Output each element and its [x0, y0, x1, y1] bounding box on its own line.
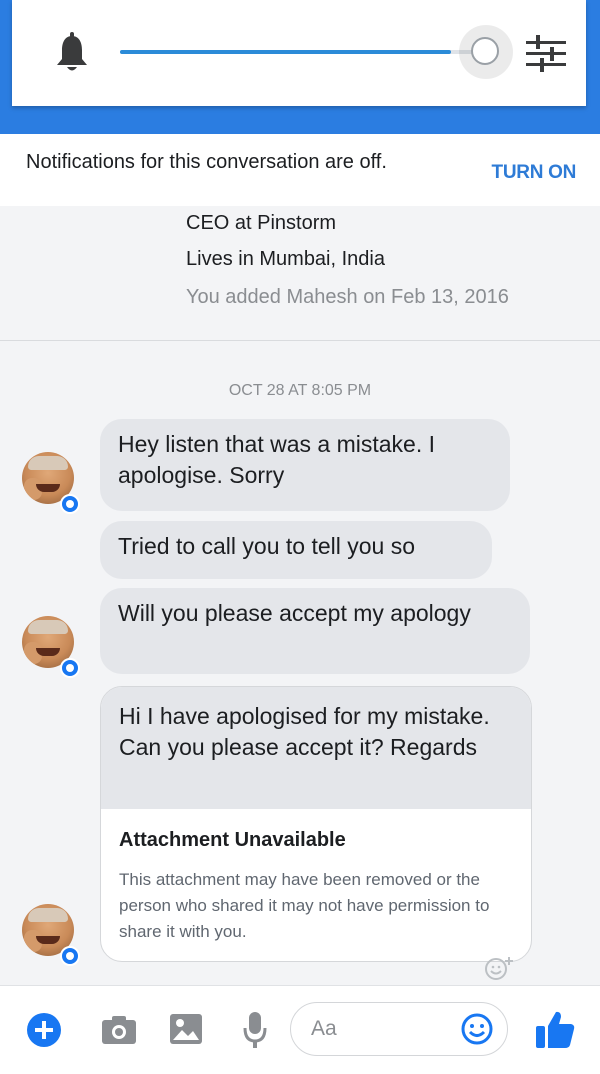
- message-input[interactable]: Aa: [290, 1002, 508, 1056]
- conversation-timestamp: OCT 28 AT 8:05 PM: [228, 382, 372, 399]
- avatar-hair: [28, 456, 68, 470]
- avatar-mouth: [36, 936, 60, 944]
- attachment-title: Attachment Unavailable: [119, 829, 346, 851]
- avatar-hair: [28, 620, 68, 634]
- volume-panel: [12, 0, 586, 106]
- volume-slider-thumb[interactable]: [471, 37, 499, 65]
- add-reaction-icon[interactable]: [484, 955, 514, 981]
- contact-location: Lives in Mumbai, India: [186, 248, 385, 270]
- avatar-mouth: [36, 648, 60, 656]
- contact-job: CEO at Pinstorm: [186, 212, 337, 234]
- contact-profile-info: CEO at Pinstorm Lives in Mumbai, India Y…: [0, 206, 600, 341]
- attachment-description: This attachment may have been removed or…: [119, 870, 490, 941]
- volume-panel-backdrop: [0, 0, 600, 134]
- microphone-icon[interactable]: [242, 1010, 268, 1050]
- avatar-hair: [28, 908, 68, 922]
- bell-icon[interactable]: [52, 32, 92, 74]
- message-bubble[interactable]: Will you please accept my apology: [100, 588, 530, 674]
- plus-icon[interactable]: [26, 1012, 62, 1048]
- camera-icon[interactable]: [100, 1014, 138, 1046]
- message-text: Hi I have apologised for my mistake. Can…: [101, 687, 531, 809]
- messenger-badge-icon: [60, 658, 80, 678]
- sliders-icon[interactable]: [522, 32, 570, 76]
- like-icon[interactable]: [534, 1008, 576, 1050]
- gallery-icon[interactable]: [168, 1012, 204, 1046]
- volume-slider-track[interactable]: [120, 50, 480, 54]
- message-input-placeholder: Aa: [311, 1017, 337, 1040]
- notifications-off-text: Notifications for this conversation are …: [26, 151, 387, 173]
- avatar-mouth: [36, 484, 60, 492]
- message-composer: Aa: [0, 985, 600, 1074]
- volume-slider-fill: [120, 50, 452, 54]
- contact-added-date: You added Mahesh on Feb 13, 2016: [186, 286, 509, 308]
- attachment-message-card[interactable]: Hi I have apologised for my mistake. Can…: [100, 686, 532, 962]
- turn-on-button[interactable]: TURN ON: [492, 162, 577, 184]
- messenger-badge-icon: [60, 946, 80, 966]
- message-bubble[interactable]: Tried to call you to tell you so: [100, 521, 492, 579]
- notifications-off-banner: Notifications for this conversation are …: [0, 134, 600, 206]
- messenger-badge-icon: [60, 494, 80, 514]
- emoji-icon[interactable]: [461, 1013, 493, 1045]
- message-bubble[interactable]: Hey listen that was a mistake. I apologi…: [100, 419, 510, 511]
